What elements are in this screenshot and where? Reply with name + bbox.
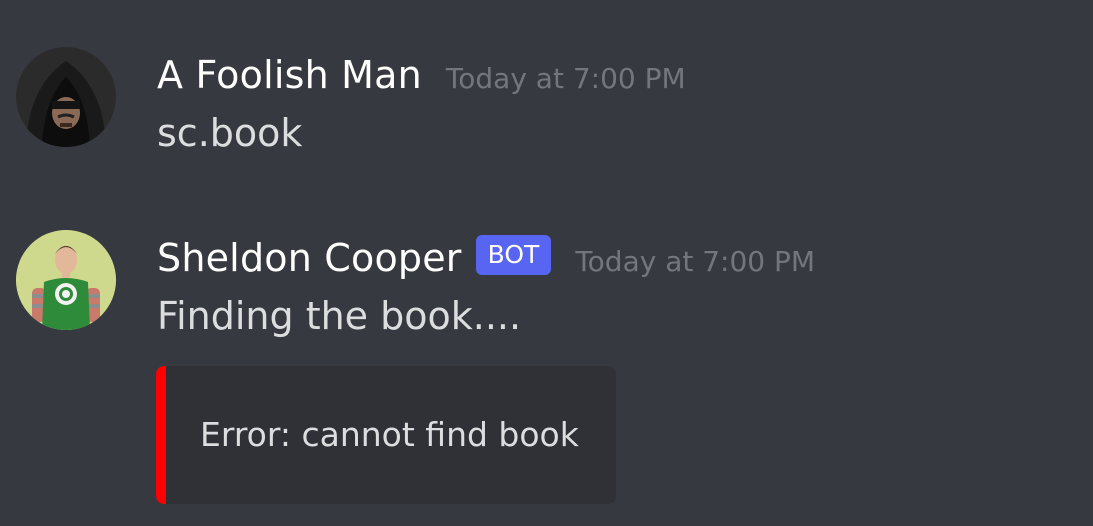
embed-description: Error: cannot find book bbox=[200, 415, 579, 454]
username[interactable]: A Foolish Man bbox=[157, 53, 422, 97]
embed: Error: cannot find book bbox=[156, 366, 616, 504]
timestamp[interactable]: Today at 7:00 PM bbox=[446, 62, 686, 95]
chat-view: A Foolish Man Today at 7:00 PM sc.book S… bbox=[0, 0, 1093, 526]
timestamp[interactable]: Today at 7:00 PM bbox=[575, 245, 815, 278]
message-header: A Foolish Man Today at 7:00 PM bbox=[157, 53, 686, 97]
green-lantern-shirt-avatar-icon bbox=[16, 230, 116, 330]
avatar[interactable] bbox=[16, 47, 116, 147]
hooded-figure-avatar-icon bbox=[16, 47, 116, 147]
message-content: sc.book bbox=[157, 111, 303, 155]
message-header: Sheldon Cooper BOT Today at 7:00 PM bbox=[157, 235, 815, 280]
embed-color-bar bbox=[156, 366, 166, 504]
avatar[interactable] bbox=[16, 230, 116, 330]
message-content: Finding the book.... bbox=[157, 294, 522, 338]
bot-badge: BOT bbox=[475, 235, 552, 275]
username[interactable]: Sheldon Cooper bbox=[157, 236, 462, 280]
